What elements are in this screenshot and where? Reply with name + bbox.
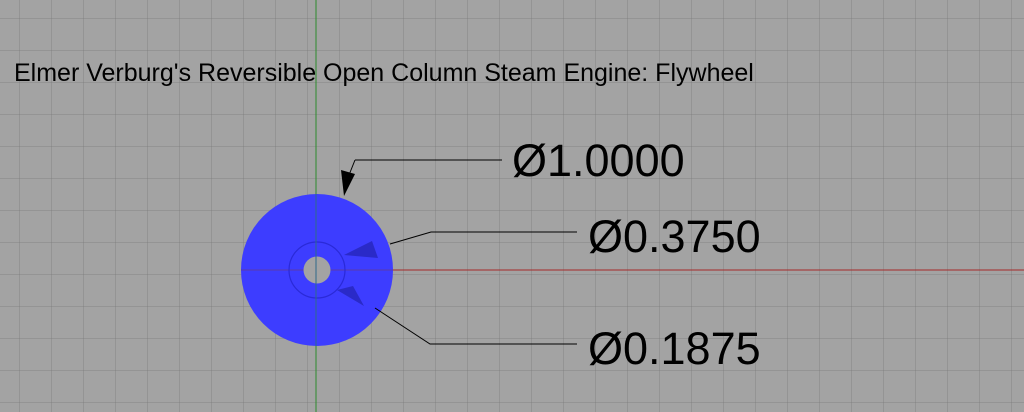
flywheel-drawing[interactable]: Elmer Verburg's Reversible Open Column S…	[0, 0, 1024, 412]
drawing-title: Elmer Verburg's Reversible Open Column S…	[14, 59, 754, 87]
cad-viewport[interactable]: Elmer Verburg's Reversible Open Column S…	[0, 0, 1024, 412]
dimension-bore-diameter[interactable]: Ø0.1875	[337, 286, 761, 374]
arrowhead-outer	[341, 170, 355, 196]
flywheel-bore-hole[interactable]	[303, 256, 331, 284]
dimension-label-bore: Ø0.1875	[588, 323, 761, 374]
flywheel-part[interactable]	[241, 194, 393, 346]
leader-line-hub	[389, 231, 577, 245]
dimension-hub-diameter[interactable]: Ø0.3750	[344, 211, 761, 262]
leader-line-bore	[374, 307, 577, 345]
dimension-label-outer: Ø1.0000	[512, 135, 685, 186]
dimension-outer-diameter[interactable]: Ø1.0000	[341, 135, 685, 196]
dimension-label-hub: Ø0.3750	[588, 211, 761, 262]
